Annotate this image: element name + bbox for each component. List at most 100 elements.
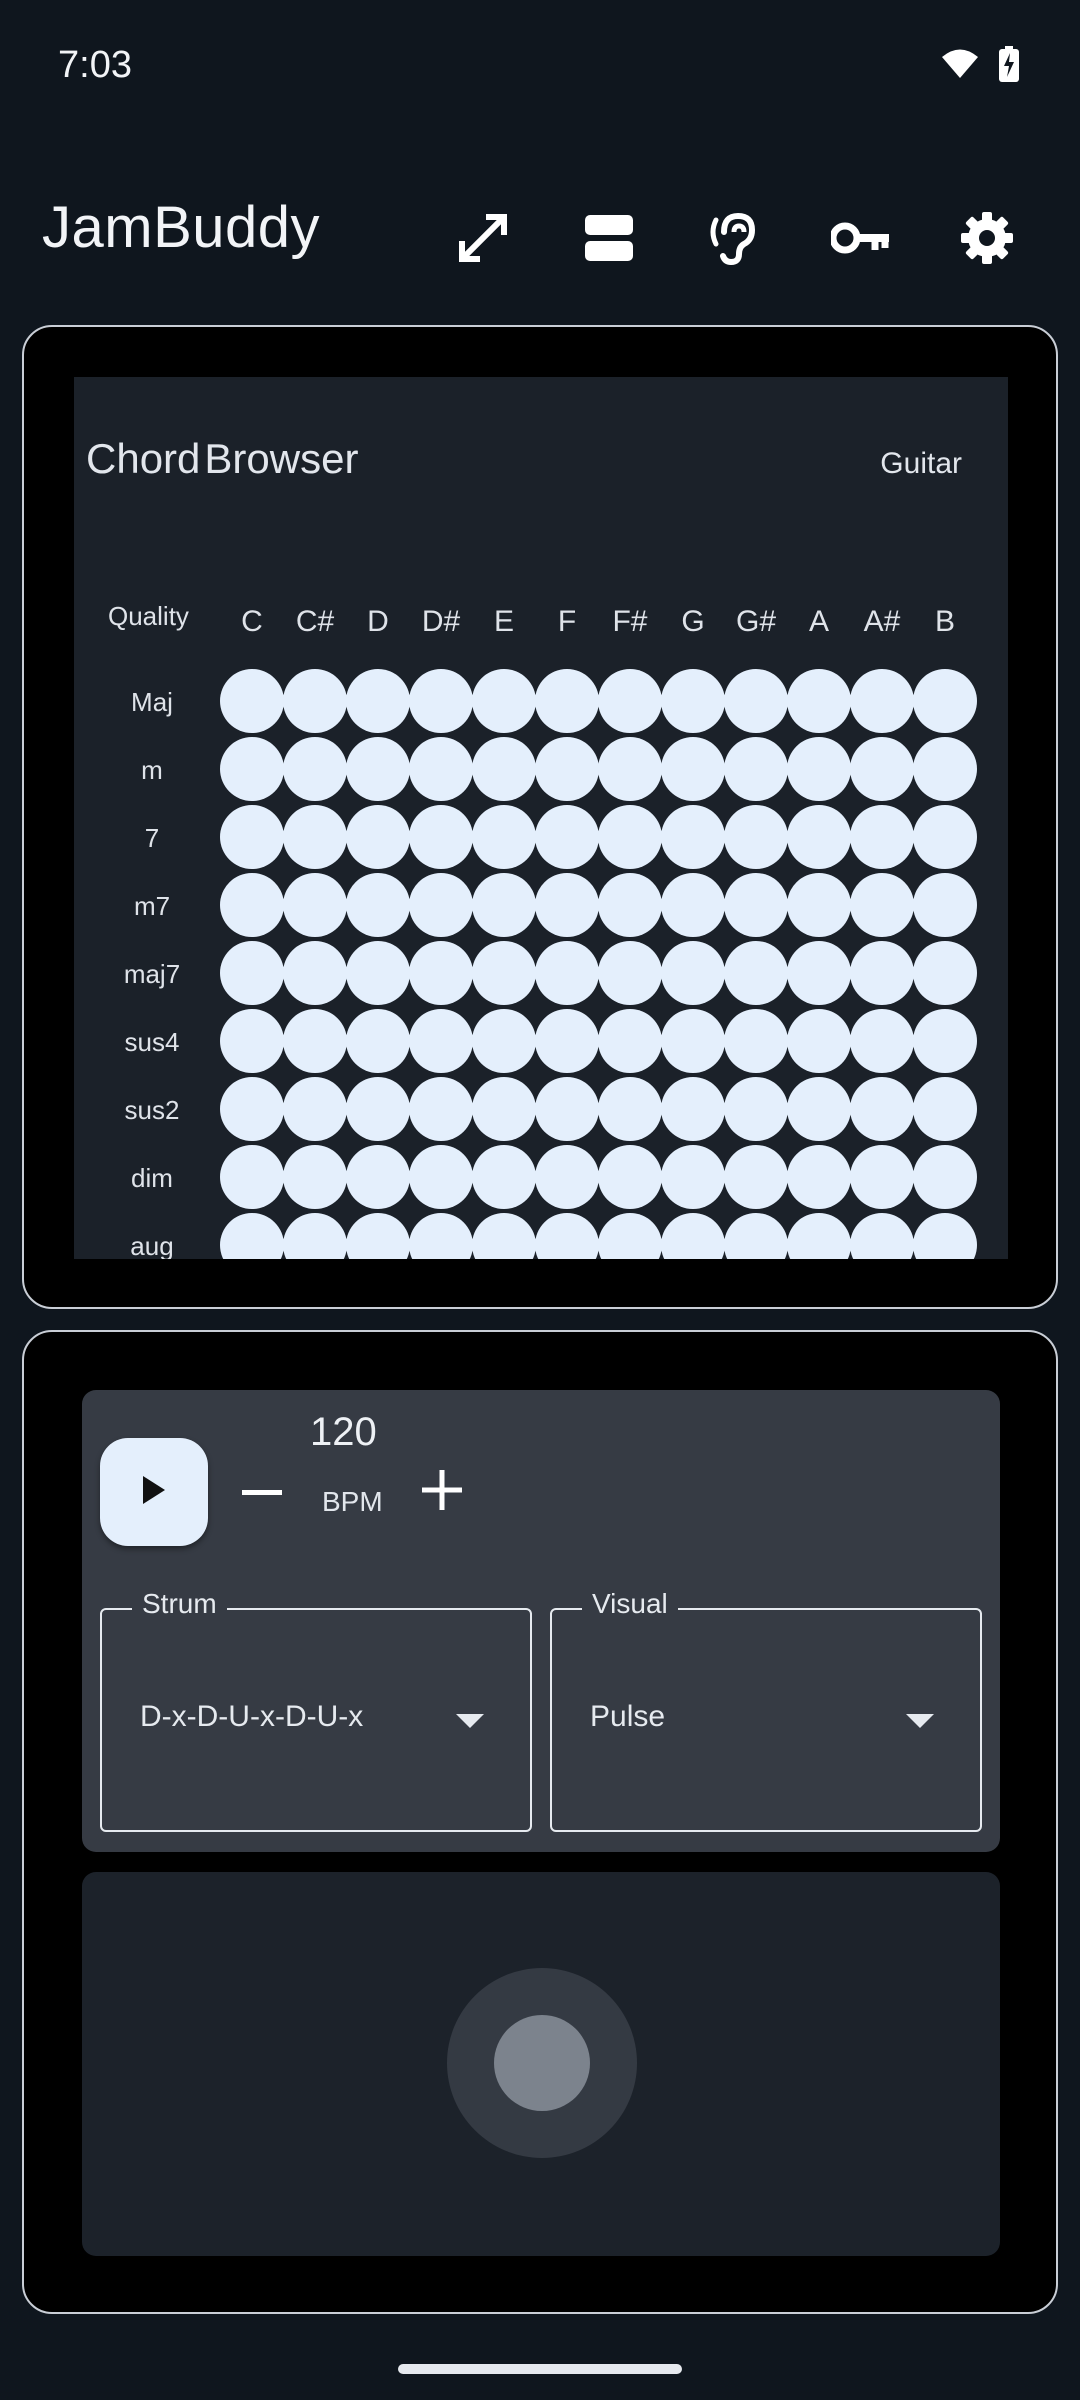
chord-cell[interactable] <box>850 669 914 733</box>
chord-cell[interactable] <box>913 669 977 733</box>
chord-cell[interactable] <box>661 737 725 801</box>
chord-cell[interactable] <box>724 805 788 869</box>
chord-cell[interactable] <box>346 805 410 869</box>
key-button[interactable] <box>798 190 924 290</box>
chord-cell[interactable] <box>661 1077 725 1141</box>
chord-cell[interactable] <box>409 1077 473 1141</box>
chord-cell[interactable] <box>220 805 284 869</box>
chord-cell[interactable] <box>661 1009 725 1073</box>
chord-cell[interactable] <box>787 737 851 801</box>
chord-cell[interactable] <box>598 1145 662 1209</box>
chord-cell[interactable] <box>409 873 473 937</box>
chord-cell[interactable] <box>535 941 599 1005</box>
chord-cell[interactable] <box>220 1145 284 1209</box>
chord-cell[interactable] <box>913 805 977 869</box>
chord-cell[interactable] <box>535 1145 599 1209</box>
chord-cell[interactable] <box>724 669 788 733</box>
chord-cell[interactable] <box>661 1145 725 1209</box>
chord-cell[interactable] <box>598 805 662 869</box>
chord-cell[interactable] <box>535 1009 599 1073</box>
chord-cell[interactable] <box>661 941 725 1005</box>
chord-cell[interactable] <box>220 873 284 937</box>
chord-cell[interactable] <box>787 669 851 733</box>
chord-cell[interactable] <box>661 669 725 733</box>
chord-cell[interactable] <box>787 1213 851 1259</box>
chord-cell[interactable] <box>283 1009 347 1073</box>
chord-cell[interactable] <box>724 1213 788 1259</box>
chord-cell[interactable] <box>472 941 536 1005</box>
chord-cell[interactable] <box>598 1077 662 1141</box>
chord-cell[interactable] <box>346 1213 410 1259</box>
chord-cell[interactable] <box>913 941 977 1005</box>
chord-cell[interactable] <box>409 669 473 733</box>
chord-cell[interactable] <box>787 873 851 937</box>
chord-cell[interactable] <box>409 941 473 1005</box>
chord-cell[interactable] <box>472 1077 536 1141</box>
chord-cell[interactable] <box>472 873 536 937</box>
chord-cell[interactable] <box>661 805 725 869</box>
chord-cell[interactable] <box>283 1077 347 1141</box>
chord-cell[interactable] <box>913 873 977 937</box>
chord-cell[interactable] <box>913 1077 977 1141</box>
chord-cell[interactable] <box>220 1009 284 1073</box>
chord-cell[interactable] <box>598 737 662 801</box>
chord-cell[interactable] <box>535 1077 599 1141</box>
chord-cell[interactable] <box>724 737 788 801</box>
chord-cell[interactable] <box>346 873 410 937</box>
chord-cell[interactable] <box>724 1145 788 1209</box>
chord-cell[interactable] <box>913 1145 977 1209</box>
chord-cell[interactable] <box>220 941 284 1005</box>
play-button[interactable] <box>100 1438 208 1546</box>
chord-cell[interactable] <box>535 1213 599 1259</box>
chord-cell[interactable] <box>913 1009 977 1073</box>
chord-cell[interactable] <box>913 737 977 801</box>
chord-cell[interactable] <box>724 873 788 937</box>
home-indicator[interactable] <box>398 2364 682 2374</box>
chord-cell[interactable] <box>472 1009 536 1073</box>
strum-dropdown[interactable]: Strum D-x-D-U-x-D-U-x <box>100 1588 532 1832</box>
chord-cell[interactable] <box>598 669 662 733</box>
settings-button[interactable] <box>924 190 1050 290</box>
chord-cell[interactable] <box>409 1213 473 1259</box>
chord-cell[interactable] <box>724 941 788 1005</box>
chord-cell[interactable] <box>220 1213 284 1259</box>
ear-training-button[interactable] <box>672 190 798 290</box>
chord-cell[interactable] <box>850 941 914 1005</box>
chord-cell[interactable] <box>850 805 914 869</box>
chord-cell[interactable] <box>850 1077 914 1141</box>
chord-cell[interactable] <box>598 1009 662 1073</box>
chord-cell[interactable] <box>850 873 914 937</box>
chord-cell[interactable] <box>346 1009 410 1073</box>
chord-cell[interactable] <box>283 805 347 869</box>
bpm-decrease-button[interactable] <box>232 1462 292 1522</box>
chord-cell[interactable] <box>472 1145 536 1209</box>
chord-cell[interactable] <box>346 737 410 801</box>
chord-cell[interactable] <box>535 805 599 869</box>
chord-cell[interactable] <box>850 737 914 801</box>
chord-cell[interactable] <box>535 737 599 801</box>
chord-cell[interactable] <box>346 669 410 733</box>
chord-cell[interactable] <box>661 1213 725 1259</box>
chord-cell[interactable] <box>535 669 599 733</box>
chord-cell[interactable] <box>409 737 473 801</box>
chord-cell[interactable] <box>283 737 347 801</box>
chord-cell[interactable] <box>598 941 662 1005</box>
chord-cell[interactable] <box>598 873 662 937</box>
chord-cell[interactable] <box>661 873 725 937</box>
chord-cell[interactable] <box>220 737 284 801</box>
chord-cell[interactable] <box>283 1145 347 1209</box>
layout-button[interactable] <box>546 190 672 290</box>
chord-cell[interactable] <box>850 1213 914 1259</box>
chord-cell[interactable] <box>535 873 599 937</box>
chord-cell[interactable] <box>283 873 347 937</box>
bpm-increase-button[interactable] <box>412 1462 472 1522</box>
chord-cell[interactable] <box>283 1213 347 1259</box>
chord-cell[interactable] <box>724 1077 788 1141</box>
fullscreen-button[interactable] <box>420 190 546 290</box>
chord-cell[interactable] <box>346 1145 410 1209</box>
chord-cell[interactable] <box>787 805 851 869</box>
chord-cell[interactable] <box>850 1145 914 1209</box>
chord-cell[interactable] <box>346 941 410 1005</box>
chord-cell[interactable] <box>283 941 347 1005</box>
chord-cell[interactable] <box>409 1145 473 1209</box>
